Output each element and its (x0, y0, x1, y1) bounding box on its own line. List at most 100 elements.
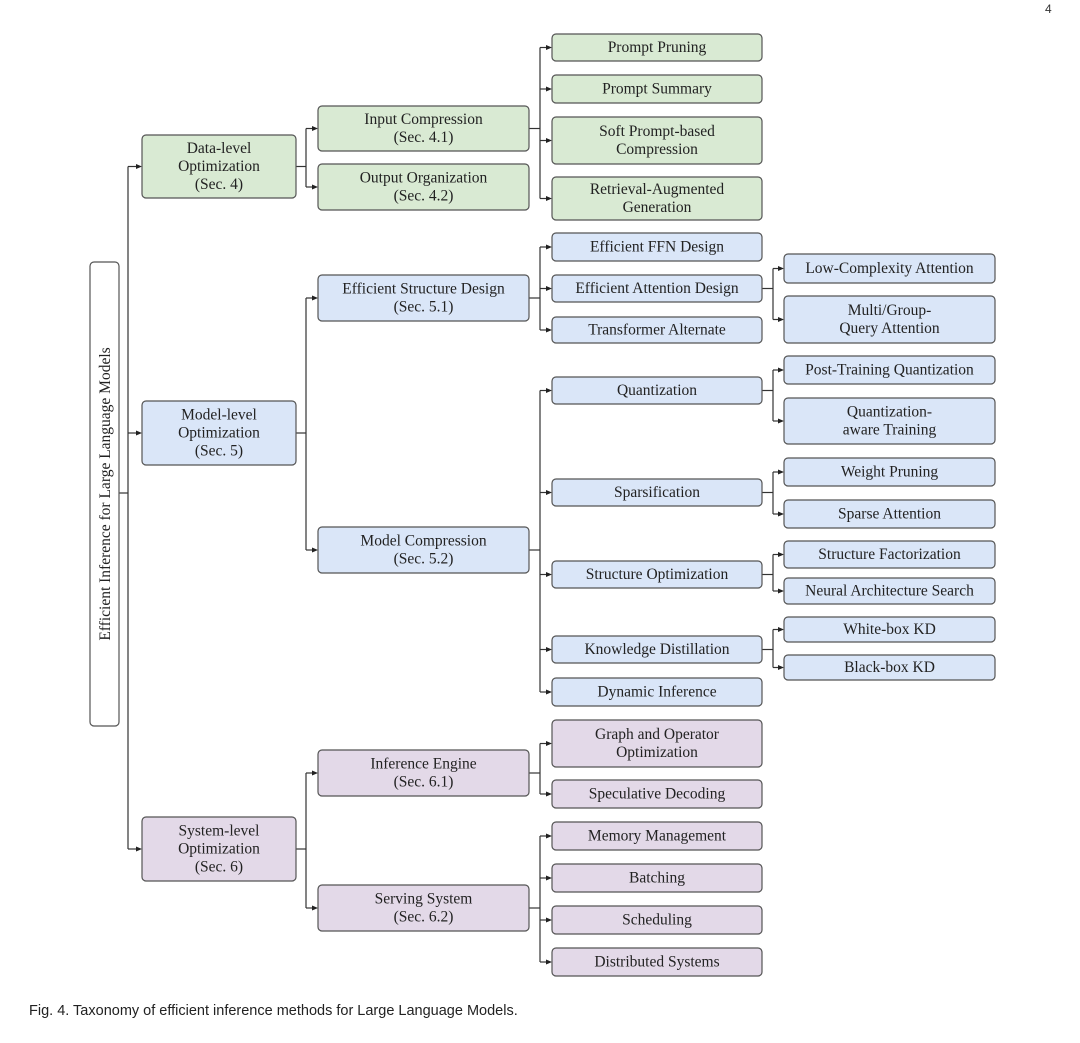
node-label: Optimization (616, 744, 698, 761)
arrowhead-icon (546, 327, 552, 333)
node-label: (Sec. 6.2) (394, 909, 454, 926)
node-model-compression-sec-5-2: Model Compression(Sec. 5.2) (317, 526, 530, 574)
taxonomy-nodes: Efficient Inference for Large Language M… (89, 33, 996, 977)
arrowhead-icon (136, 430, 142, 436)
node-label: Batching (629, 870, 685, 887)
node-weight-pruning: Weight Pruning (783, 457, 996, 487)
node-speculative-decoding: Speculative Decoding (551, 779, 763, 809)
node-label: Weight Pruning (841, 464, 939, 481)
node-label: Scheduling (622, 912, 692, 929)
arrowhead-icon (546, 286, 552, 291)
node-label: Memory Management (588, 828, 727, 845)
node-multi-group-query-attention: Multi/Group-Query Attention (783, 295, 996, 344)
arrowhead-icon (546, 959, 552, 965)
node-label: Generation (623, 199, 692, 216)
arrowhead-icon (778, 469, 784, 475)
node-structure-optimization: Structure Optimization (551, 560, 763, 589)
node-quantization-aware-training: Quantization-aware Training (783, 397, 996, 445)
arrowhead-icon (546, 917, 552, 923)
arrowhead-icon (546, 647, 552, 652)
node-prompt-summary: Prompt Summary (551, 74, 763, 104)
arrowhead-icon (312, 295, 318, 301)
node-label: Efficient Structure Design (342, 281, 505, 298)
node-label: Graph and Operator (595, 726, 720, 743)
node-label: Efficient FFN Design (590, 239, 724, 256)
root-node: Efficient Inference for Large Language M… (89, 261, 120, 727)
node-label: Quantization- (847, 404, 932, 421)
node-input-compression-sec-4-1: Input Compression(Sec. 4.1) (317, 105, 530, 152)
node-sparsification: Sparsification (551, 478, 763, 507)
arrowhead-icon (546, 388, 552, 393)
node-label: (Sec. 6) (195, 859, 243, 876)
figure-caption: Fig. 4. Taxonomy of efficient inference … (29, 1003, 518, 1019)
node-inference-engine-sec-6-1: Inference Engine(Sec. 6.1) (317, 749, 530, 797)
node-dynamic-inference: Dynamic Inference (551, 677, 763, 707)
arrowhead-icon (312, 184, 318, 190)
node-label: Sparsification (614, 484, 700, 501)
node-structure-factorization: Structure Factorization (783, 540, 996, 569)
arrowhead-icon (546, 490, 552, 495)
arrowhead-icon (546, 244, 552, 250)
arrowhead-icon (778, 665, 784, 670)
node-label: Structure Factorization (818, 546, 961, 563)
node-label: Structure Optimization (586, 566, 729, 583)
arrowhead-icon (778, 367, 784, 373)
node-neural-architecture-search: Neural Architecture Search (783, 577, 996, 605)
node-quantization: Quantization (551, 376, 763, 405)
arrowhead-icon (778, 266, 784, 271)
arrowhead-icon (546, 833, 552, 839)
node-efficient-attention-design: Efficient Attention Design (551, 274, 763, 303)
arrowhead-icon (546, 45, 552, 50)
arrowhead-icon (778, 317, 784, 322)
node-efficient-structure-design-sec-5-1: Efficient Structure Design(Sec. 5.1) (317, 274, 530, 322)
arrowhead-icon (778, 588, 784, 594)
arrowhead-icon (778, 418, 784, 424)
node-label: Multi/Group- (848, 302, 932, 319)
node-label: Distributed Systems (594, 954, 719, 971)
node-label: Efficient Attention Design (575, 280, 739, 297)
node-label: White-box KD (843, 621, 936, 638)
node-output-organization-sec-4-2: Output Organization(Sec. 4.2) (317, 163, 530, 211)
node-post-training-quantization: Post-Training Quantization (783, 355, 996, 385)
arrowhead-icon (312, 770, 318, 776)
node-label: Optimization (178, 425, 260, 442)
arrowhead-icon (778, 552, 784, 557)
arrowhead-icon (546, 791, 552, 797)
node-label: (Sec. 4.2) (394, 188, 454, 205)
node-label: Optimization (178, 158, 260, 175)
node-scheduling: Scheduling (551, 905, 763, 935)
node-label: System-level (179, 823, 260, 840)
node-distributed-systems: Distributed Systems (551, 947, 763, 977)
node-efficient-ffn-design: Efficient FFN Design (551, 232, 763, 262)
node-graph-and-operator-optimization: Graph and OperatorOptimization (551, 719, 763, 768)
arrowhead-icon (136, 164, 142, 169)
arrowhead-icon (778, 511, 784, 517)
node-label: Serving System (375, 891, 473, 908)
node-label: Input Compression (364, 111, 483, 128)
node-label: Query Attention (839, 320, 940, 337)
node-white-box-kd: White-box KD (783, 616, 996, 643)
node-label: Model-level (181, 407, 257, 424)
node-batching: Batching (551, 863, 763, 893)
node-label: Optimization (178, 841, 260, 858)
arrowhead-icon (312, 547, 318, 553)
arrowhead-icon (546, 572, 552, 577)
arrowhead-icon (778, 627, 784, 632)
node-label: Soft Prompt-based (599, 123, 715, 140)
node-label: Model Compression (360, 533, 486, 550)
node-label: Post-Training Quantization (805, 362, 974, 379)
taxonomy-diagram: Efficient Inference for Large Language M… (89, 33, 996, 977)
node-label: Compression (616, 141, 698, 158)
node-label: Speculative Decoding (589, 786, 726, 803)
node-soft-prompt-based-compression: Soft Prompt-basedCompression (551, 116, 763, 165)
node-model-level-optimization-sec-5: Model-levelOptimization(Sec. 5) (141, 400, 297, 466)
node-label: (Sec. 4) (195, 176, 243, 193)
node-label: Prompt Summary (602, 81, 712, 98)
node-serving-system-sec-6-2: Serving System(Sec. 6.2) (317, 884, 530, 932)
node-label: (Sec. 5) (195, 443, 243, 460)
arrowhead-icon (312, 126, 318, 131)
node-label: (Sec. 6.1) (394, 774, 454, 791)
node-label: Sparse Attention (838, 506, 941, 523)
node-label: (Sec. 5.1) (394, 299, 454, 316)
node-label: Dynamic Inference (597, 684, 716, 701)
